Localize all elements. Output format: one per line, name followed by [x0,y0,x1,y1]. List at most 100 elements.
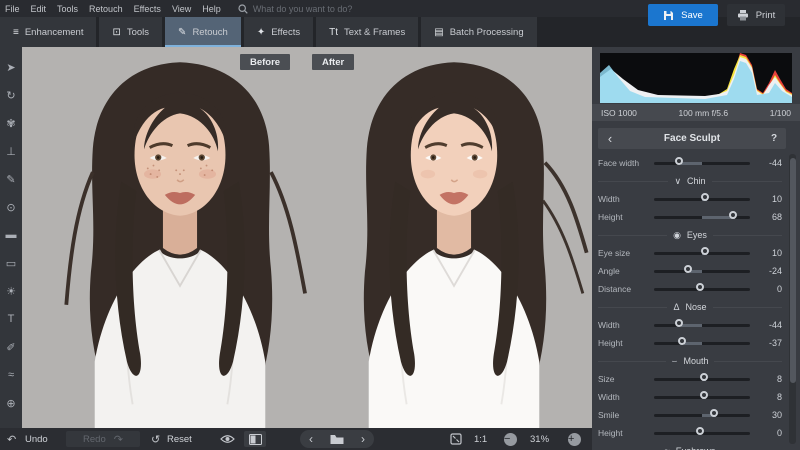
curves-tool-icon[interactable]: ≈ [0,361,22,389]
slider-row-width: Width10 [598,190,782,208]
image-canvas[interactable]: Before After [22,47,592,428]
slider-fill [681,162,702,165]
slider-track [654,270,750,273]
straighten-tool-icon[interactable]: ⊥ [0,137,22,165]
compare-view-button[interactable] [244,431,266,447]
zoom-in-button[interactable]: + [568,433,581,446]
slider-fill [690,270,702,273]
eye-size-slider[interactable] [654,246,750,260]
tab-batch-processing[interactable]: ▤Batch Processing [421,17,536,47]
height-slider[interactable] [654,336,750,350]
panel-help-button[interactable]: ? [762,133,786,144]
height-slider[interactable] [654,210,750,224]
slider-thumb[interactable] [675,319,683,327]
save-label: Save [681,10,703,21]
eyebrows-icon: ≈ [665,446,670,450]
search-box[interactable]: What do you want to do? [238,4,353,14]
rotate-tool-icon[interactable]: ↻ [0,81,22,109]
brush-tool-icon[interactable]: ✎ [0,165,22,193]
divider [714,361,782,362]
panel-title: Face Sculpt [622,133,762,144]
divider [713,307,782,308]
slider-row-height: Height-37 [598,334,782,352]
menu-item-effects[interactable]: Effects [134,4,161,14]
fit-to-screen-button[interactable] [450,428,462,450]
retouch-icon: ✎ [178,27,186,38]
height-slider[interactable] [654,426,750,440]
preview-original-button[interactable] [220,428,235,450]
panel-back-button[interactable]: ‹ [598,131,622,146]
slider-label: Face width [598,158,654,168]
undo-icon[interactable]: ↶ [7,428,16,450]
slider-thumb[interactable] [701,247,709,255]
width-slider[interactable] [654,318,750,332]
slider-row-height: Height0 [598,424,782,442]
slider-value: 10 [758,194,782,204]
printer-icon [737,10,749,21]
save-button[interactable]: Save [648,4,718,26]
menu-item-file[interactable]: File [5,4,20,14]
tab-text-frames[interactable]: TtText & Frames [316,17,418,47]
effects-tool-icon[interactable]: ✾ [0,109,22,137]
slider-thumb[interactable] [701,193,709,201]
width-slider[interactable] [654,390,750,404]
slider-thumb[interactable] [696,283,704,291]
folder-icon[interactable] [330,434,344,445]
tab-enhancement[interactable]: ≡Enhancement [0,17,96,47]
slider-value: 10 [758,248,782,258]
size-slider[interactable] [654,372,750,386]
slider-label: Smile [598,410,654,420]
reset-button[interactable]: Reset [167,428,192,450]
tab-tools[interactable]: ⊡Tools [99,17,162,47]
menu-item-view[interactable]: View [172,4,191,14]
redo-label: Redo [83,434,106,445]
zoom-out-button[interactable]: − [504,433,517,446]
zoom-level[interactable]: 31% [530,428,549,450]
file-navigator: ‹ › [300,430,374,448]
red-eye-tool-icon[interactable]: ⊙ [0,193,22,221]
menu-item-retouch[interactable]: Retouch [89,4,123,14]
tab-retouch[interactable]: ✎Retouch [165,17,241,47]
menu-item-edit[interactable]: Edit [31,4,47,14]
menu-item-help[interactable]: Help [202,4,221,14]
panel-scrollbar[interactable] [789,154,796,444]
save-icon [663,10,674,21]
search-icon [238,4,248,14]
slider-thumb[interactable] [675,157,683,165]
slider-row-smile: Smile30 [598,406,782,424]
brightness-tool-icon[interactable]: ☀ [0,277,22,305]
search-placeholder: What do you want to do? [253,4,353,14]
distance-slider[interactable] [654,282,750,296]
slider-value: -44 [758,320,782,330]
zoom-1-1-button[interactable]: 1:1 [474,428,487,450]
panel-scrollbar-thumb[interactable] [790,158,796,383]
slider-thumb[interactable] [729,211,737,219]
compare-icon [249,434,262,445]
print-button[interactable]: Print [727,4,785,26]
width-slider[interactable] [654,192,750,206]
slider-thumb[interactable] [696,427,704,435]
next-photo-button[interactable]: › [361,432,365,446]
move-tool-icon[interactable]: ➤ [0,53,22,81]
tab-effects[interactable]: ✦Effects [244,17,313,47]
smile-slider[interactable] [654,408,750,422]
reset-icon[interactable]: ↺ [151,428,160,450]
section-chin: ∨Chin [598,172,782,190]
divider [712,181,782,182]
menu-item-tools[interactable]: Tools [57,4,78,14]
gradient-tool-icon[interactable]: ▬ [0,221,22,249]
text-tool-icon[interactable]: T [0,305,22,333]
face-width-slider[interactable] [654,156,750,170]
slider-label: Angle [598,266,654,276]
pen-tool-icon[interactable]: ✐ [0,333,22,361]
frame-tool-icon[interactable]: ▭ [0,249,22,277]
slider-value: -24 [758,266,782,276]
slider-thumb[interactable] [700,373,708,381]
slider-thumb[interactable] [700,391,708,399]
undo-button[interactable]: Undo [25,428,48,450]
prev-photo-button[interactable]: ‹ [309,432,313,446]
redo-button[interactable]: Redo ↷ [66,431,140,447]
angle-slider[interactable] [654,264,750,278]
slider-list: Face width-44∨ChinWidth10Height68◉EyesEy… [598,154,782,450]
web-tool-icon[interactable]: ⊕ [0,389,22,417]
